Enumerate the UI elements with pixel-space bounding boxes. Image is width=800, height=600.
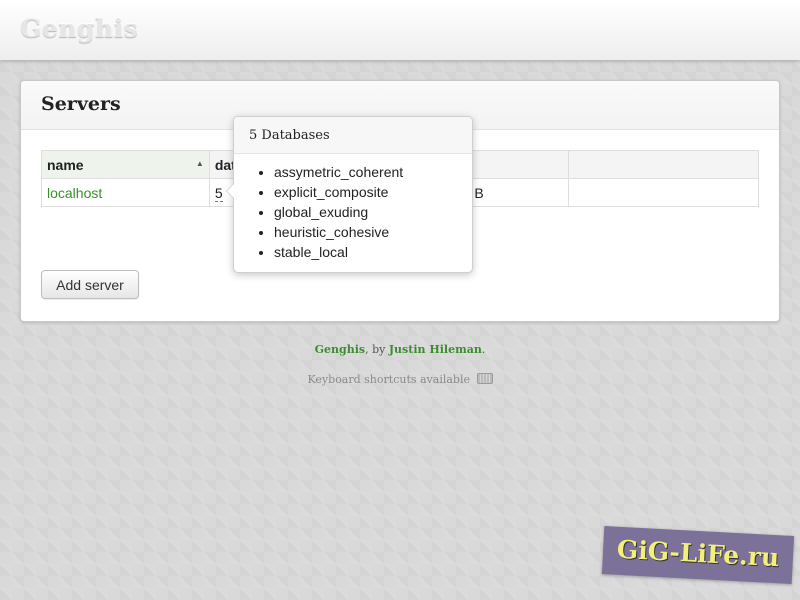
sort-ascending-icon: ▲ bbox=[195, 158, 204, 168]
database-list: assymetric_coherent explicit_composite g… bbox=[234, 162, 472, 262]
watermark-text: GiG-LiFe.ru bbox=[616, 534, 780, 573]
keyboard-shortcuts-link[interactable]: Keyboard shortcuts available bbox=[0, 373, 800, 386]
list-item: heuristic_cohesive bbox=[274, 222, 472, 242]
list-item: stable_local bbox=[274, 242, 472, 262]
popover-title: 5 Databases bbox=[234, 117, 472, 154]
add-server-button[interactable]: Add server bbox=[41, 270, 139, 299]
top-navbar: Genghis bbox=[0, 0, 800, 60]
database-count[interactable]: 5 bbox=[214, 184, 223, 202]
keyboard-shortcuts-text: Keyboard shortcuts available bbox=[307, 373, 471, 386]
footer-credit: Genghis, by Justin Hileman. bbox=[0, 343, 800, 356]
brand-logo[interactable]: Genghis bbox=[20, 14, 138, 43]
server-size: B bbox=[474, 184, 484, 201]
keyboard-icon bbox=[476, 373, 493, 384]
column-header-name[interactable]: name ▲ bbox=[41, 150, 210, 179]
panel-title: Servers bbox=[41, 93, 121, 115]
popover-arrow-inner bbox=[227, 184, 234, 198]
server-link-localhost[interactable]: localhost bbox=[47, 185, 102, 201]
server-name-cell: localhost bbox=[41, 178, 210, 207]
databases-popover: 5 Databases assymetric_coherent explicit… bbox=[226, 116, 473, 273]
footer-by-text: , by bbox=[365, 343, 389, 356]
list-item: explicit_composite bbox=[274, 182, 472, 202]
column-header-actions bbox=[568, 150, 759, 179]
list-item: global_exuding bbox=[274, 202, 472, 222]
author-link[interactable]: Justin Hileman bbox=[389, 343, 482, 356]
footer-period: . bbox=[481, 343, 486, 356]
genghis-link[interactable]: Genghis bbox=[315, 343, 365, 356]
size-cell: B bbox=[468, 178, 570, 207]
actions-cell bbox=[568, 178, 759, 207]
list-item: assymetric_coherent bbox=[274, 162, 472, 182]
column-header-label: name bbox=[47, 156, 84, 173]
column-header-size[interactable] bbox=[468, 150, 570, 179]
watermark-logo: GiG-LiFe.ru bbox=[601, 526, 795, 584]
